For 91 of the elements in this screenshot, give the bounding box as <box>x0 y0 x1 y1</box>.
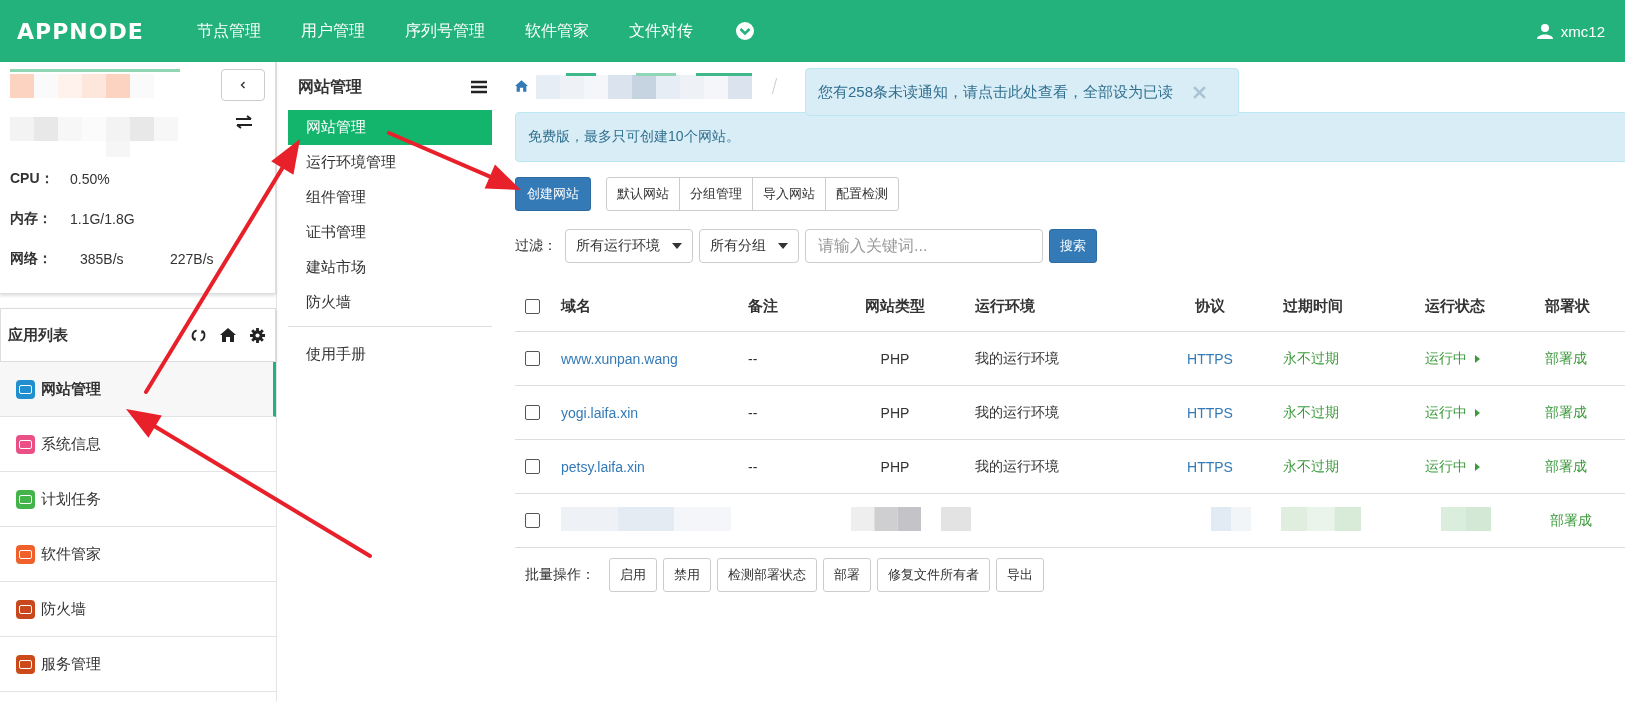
batch-button[interactable]: 部署 <box>823 558 871 592</box>
table-cell-text: 部署成 <box>1550 511 1593 530</box>
batch-button[interactable]: 检测部署状态 <box>717 558 817 592</box>
column-header: 过期时间 <box>1282 296 1344 316</box>
settings-icon[interactable] <box>250 327 265 343</box>
batch-button[interactable]: 禁用 <box>663 558 711 592</box>
batch-button[interactable]: 启用 <box>609 558 657 592</box>
column-header: 部署状 <box>1545 296 1591 316</box>
notification-popup[interactable]: 您有258条未读通知，请点击此处查看，全部设为已读 <box>805 68 1239 116</box>
table-cell-text: PHP <box>879 458 911 475</box>
app-list-item[interactable]: 网站管理 <box>0 362 276 417</box>
table-cell-text: 我的运行环境 <box>974 349 1060 368</box>
toolbar-button[interactable]: 配置检测 <box>825 177 899 211</box>
toolbar-button[interactable]: 默认网站 <box>606 177 680 211</box>
info-alert: 免费版，最多只可创建10个网站。 <box>515 112 1625 162</box>
checkbox[interactable] <box>525 513 540 528</box>
caret-icon[interactable] <box>1475 408 1480 417</box>
app-list-title: 应用列表 <box>8 325 68 345</box>
section-title: 网站管理 <box>298 76 362 97</box>
domain-link[interactable]: yogi.laifa.xin <box>561 404 748 421</box>
column-header: 运行环境 <box>974 296 1036 316</box>
table-cell-text: 部署成 <box>1545 349 1588 368</box>
column-header: 协议 <box>1194 296 1226 316</box>
caret-icon[interactable] <box>1475 354 1480 363</box>
stat-label: 内存： <box>10 210 53 228</box>
checkbox[interactable] <box>525 298 540 314</box>
protocol-link[interactable]: HTTPS <box>1170 404 1250 421</box>
domain-link[interactable]: petsy.laifa.xin <box>561 458 748 475</box>
batch-button[interactable]: 导出 <box>996 558 1044 592</box>
status-link[interactable]: 运行中 <box>1425 457 1467 476</box>
chevron-left-icon <box>238 80 248 90</box>
table-cell-text: 部署成 <box>1545 457 1588 476</box>
batch-button[interactable]: 修复文件所有者 <box>877 558 990 592</box>
section-nav-item[interactable]: 证书管理 <box>306 215 366 250</box>
search-field[interactable]: 请输入关键词... <box>805 229 1043 263</box>
refresh-icon[interactable] <box>191 327 206 343</box>
domain-link[interactable]: www.xunpan.wang <box>561 350 748 367</box>
table-cell-text: 永不过期 <box>1282 457 1340 476</box>
table-cell-text: PHP <box>879 404 911 421</box>
home-icon[interactable] <box>220 328 236 342</box>
protocol-link[interactable]: HTTPS <box>1170 458 1250 475</box>
stat-label: CPU： <box>10 170 55 188</box>
section-nav-item[interactable]: 建站市场 <box>306 250 366 285</box>
column-header: 备注 <box>748 296 779 316</box>
stat-value: 385B/s <box>80 251 125 267</box>
table-cell-text: 永不过期 <box>1282 403 1340 422</box>
toolbar-button[interactable]: 分组管理 <box>679 177 753 211</box>
app-list-item[interactable]: 计划任务 <box>0 472 276 527</box>
section-nav-item[interactable]: 运行环境管理 <box>306 145 396 180</box>
status-link[interactable]: 运行中 <box>1425 403 1467 422</box>
checkbox[interactable] <box>525 405 540 420</box>
table-cell-text: -- <box>748 350 759 367</box>
column-header: 运行状态 <box>1424 296 1486 316</box>
stat-label: 网络： <box>10 250 53 268</box>
column-header: 域名 <box>561 296 592 316</box>
caret-down-icon <box>778 243 788 249</box>
menu-icon[interactable] <box>471 80 487 94</box>
app-list-item[interactable]: 软件管家 <box>0 527 276 582</box>
app-list-item[interactable]: 防火墙 <box>0 582 276 637</box>
table-cell-text: 永不过期 <box>1282 349 1340 368</box>
status-link[interactable]: 运行中 <box>1425 349 1467 368</box>
stat-value: 0.50% <box>70 171 110 187</box>
section-nav-item[interactable]: 防火墙 <box>306 285 351 320</box>
user-icon[interactable] <box>1536 23 1553 39</box>
filter-dropdown[interactable]: 所有运行环境 <box>565 229 693 263</box>
protocol-link[interactable]: HTTPS <box>1170 350 1250 367</box>
table-cell-text: PHP <box>879 350 911 367</box>
stat-value: 1.1G/1.8G <box>70 211 135 227</box>
search-button[interactable]: 搜索 <box>1049 229 1097 263</box>
table-cell-text: 我的运行环境 <box>974 403 1060 422</box>
table-cell-text: 我的运行环境 <box>974 457 1060 476</box>
table-cell-text: -- <box>748 458 759 475</box>
caret-icon[interactable] <box>1475 462 1480 471</box>
filter-label: 过滤： <box>515 237 557 255</box>
chevron-down-icon[interactable] <box>735 21 755 41</box>
filter-dropdown[interactable]: 所有分组 <box>699 229 799 263</box>
checkbox[interactable] <box>525 459 540 474</box>
create-site-button[interactable]: 创建网站 <box>515 177 591 211</box>
caret-down-icon <box>672 243 682 249</box>
swap-icon[interactable] <box>235 115 253 129</box>
table-cell-text: -- <box>748 404 759 421</box>
section-nav-item[interactable]: 组件管理 <box>306 180 366 215</box>
toolbar-button[interactable]: 导入网站 <box>752 177 826 211</box>
column-header: 网站类型 <box>864 296 926 316</box>
section-nav-item[interactable]: 使用手册 <box>306 337 366 372</box>
app-list-item[interactable]: 服务管理 <box>0 637 276 692</box>
batch-label: 批量操作： <box>525 566 595 584</box>
notification-text[interactable]: 您有258条未读通知，请点击此处查看，全部设为已读 <box>818 82 1174 102</box>
table-cell-text: 部署成 <box>1545 403 1588 422</box>
checkbox[interactable] <box>525 351 540 366</box>
stat-value: 227B/s <box>170 251 215 267</box>
